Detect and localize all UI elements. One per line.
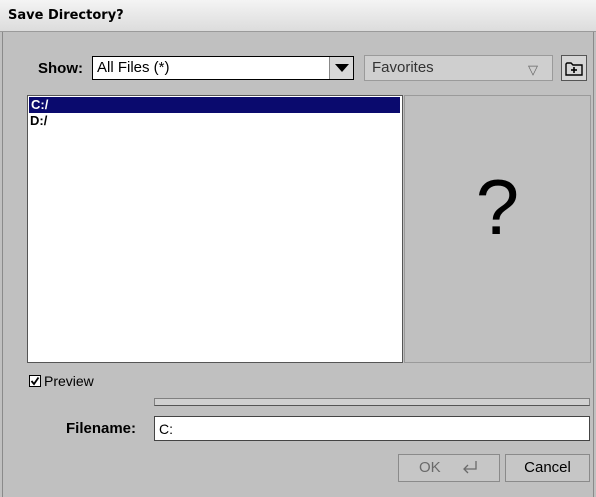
triangle-down-outline-icon: ▽: [528, 63, 538, 78]
preview-checkbox[interactable]: [29, 375, 41, 387]
new-folder-button[interactable]: [561, 55, 587, 81]
preview-checkbox-label[interactable]: Preview: [44, 373, 94, 389]
triangle-down-icon: [335, 64, 349, 72]
path-bar: [154, 398, 590, 406]
file-filter-value: All Files (*): [97, 59, 170, 76]
preview-panel: ?: [404, 95, 591, 363]
new-folder-icon: [565, 62, 583, 76]
filename-label: Filename:: [66, 420, 137, 437]
list-item[interactable]: C:/: [29, 97, 400, 113]
title-bar: Save Directory?: [0, 0, 596, 32]
file-filter-dropdown[interactable]: All Files (*): [92, 56, 354, 80]
show-label: Show:: [38, 60, 83, 77]
preview-placeholder-icon: ?: [475, 163, 520, 251]
directory-list[interactable]: C:/ D:/: [27, 95, 403, 363]
favorites-value: Favorites: [372, 59, 434, 76]
list-item[interactable]: D:/: [28, 113, 402, 129]
window-title: Save Directory?: [8, 8, 124, 23]
checkmark-icon: [30, 376, 40, 386]
filename-input[interactable]: [154, 416, 590, 441]
cancel-button[interactable]: Cancel: [505, 454, 590, 482]
enter-key-icon: [463, 461, 477, 474]
ok-button[interactable]: OK: [398, 454, 500, 482]
file-filter-dropdown-button[interactable]: [329, 57, 353, 79]
ok-button-label: OK: [419, 459, 441, 476]
favorites-dropdown[interactable]: Favorites ▽: [364, 55, 553, 81]
